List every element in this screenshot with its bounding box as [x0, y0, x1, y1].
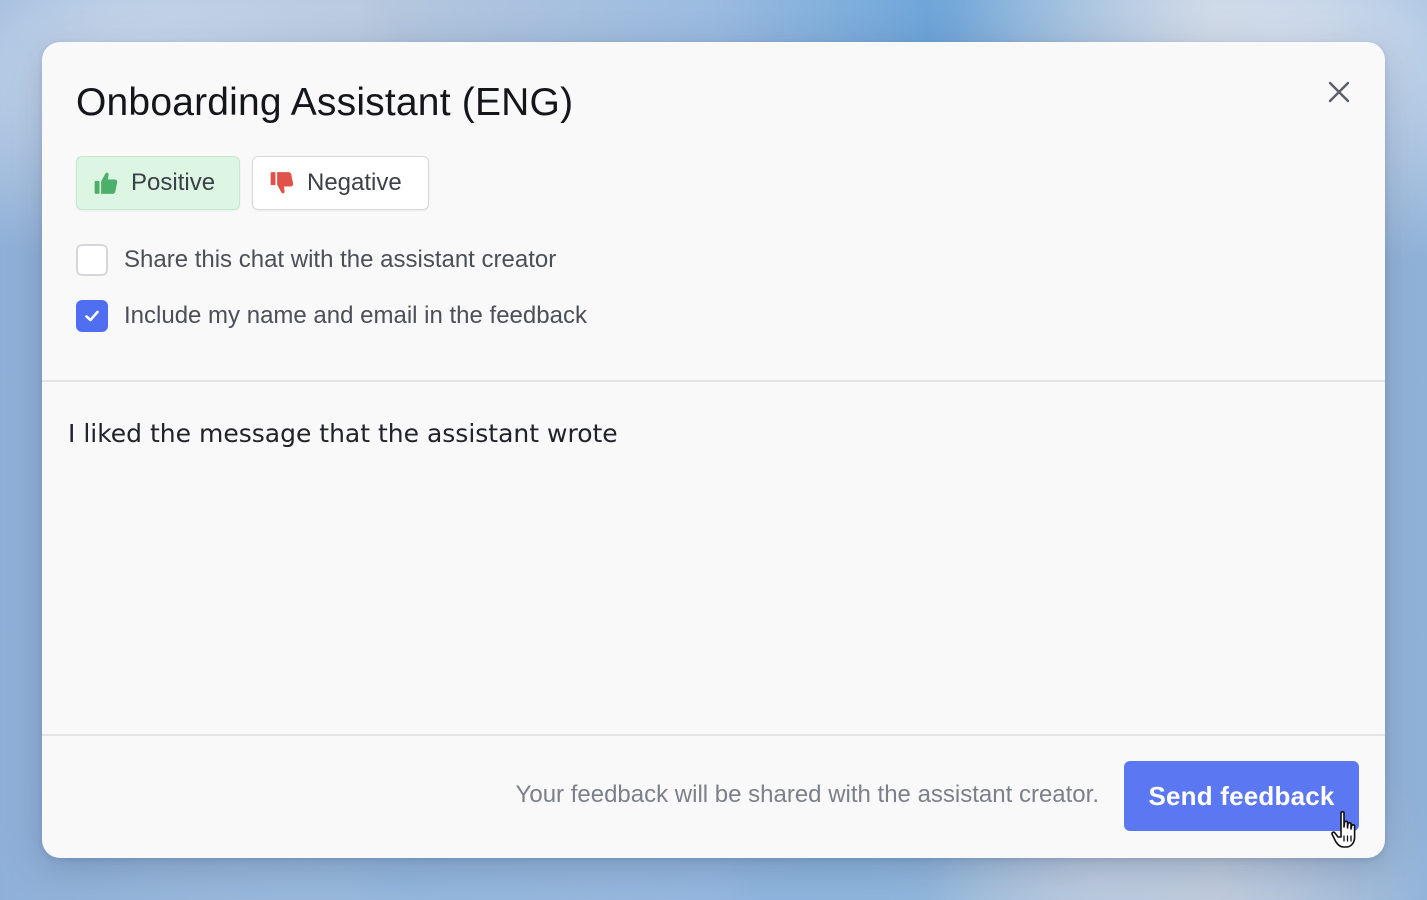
feedback-textarea[interactable]: I liked the message that the assistant w…: [68, 414, 1358, 714]
checkmark-icon: [83, 307, 101, 325]
include-identity-checkbox[interactable]: [76, 300, 108, 332]
thumbs-up-icon: [93, 170, 119, 196]
feedback-dialog: Onboarding Assistant (ENG) Positive Nega…: [42, 42, 1385, 858]
divider: [42, 734, 1385, 736]
positive-label: Positive: [131, 169, 215, 197]
share-chat-label: Share this chat with the assistant creat…: [124, 246, 556, 274]
rating-group: Positive Negative: [76, 156, 429, 210]
footer-note: Your feedback will be shared with the as…: [516, 780, 1099, 810]
close-icon: [1328, 81, 1350, 103]
share-chat-option: Share this chat with the assistant creat…: [76, 244, 556, 276]
send-feedback-button[interactable]: Send feedback: [1124, 761, 1359, 831]
close-button[interactable]: [1323, 76, 1355, 108]
positive-button[interactable]: Positive: [76, 156, 240, 210]
thumbs-down-icon: [269, 170, 295, 196]
share-chat-checkbox[interactable]: [76, 244, 108, 276]
include-identity-label: Include my name and email in the feedbac…: [124, 302, 587, 330]
include-identity-option: Include my name and email in the feedbac…: [76, 300, 587, 332]
negative-button[interactable]: Negative: [252, 156, 429, 210]
dialog-title: Onboarding Assistant (ENG): [76, 78, 573, 128]
divider: [42, 380, 1385, 382]
negative-label: Negative: [307, 169, 402, 197]
